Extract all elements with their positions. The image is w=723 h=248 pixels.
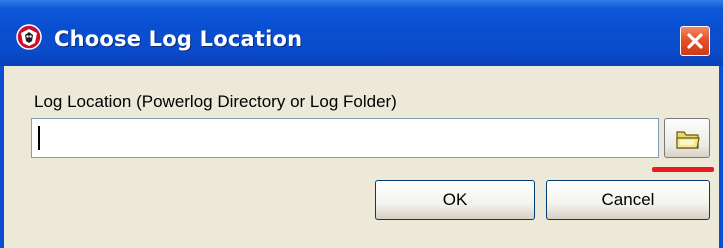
title-bar[interactable]: Choose Log Location (0, 0, 723, 66)
log-location-input[interactable] (31, 118, 659, 158)
close-icon (687, 33, 703, 49)
cancel-button[interactable]: Cancel (546, 180, 710, 220)
ok-button[interactable]: OK (375, 180, 535, 220)
browse-folder-button[interactable] (664, 118, 710, 158)
annotation-underline (652, 167, 714, 172)
app-logo-icon (15, 23, 43, 51)
text-cursor (38, 126, 40, 150)
folder-icon (676, 131, 700, 149)
choose-log-location-dialog: Choose Log Location Log Location (Powerl… (0, 0, 723, 248)
log-location-label: Log Location (Powerlog Directory or Log … (34, 92, 397, 111)
window-title: Choose Log Location (54, 27, 303, 51)
close-button[interactable] (680, 26, 710, 56)
